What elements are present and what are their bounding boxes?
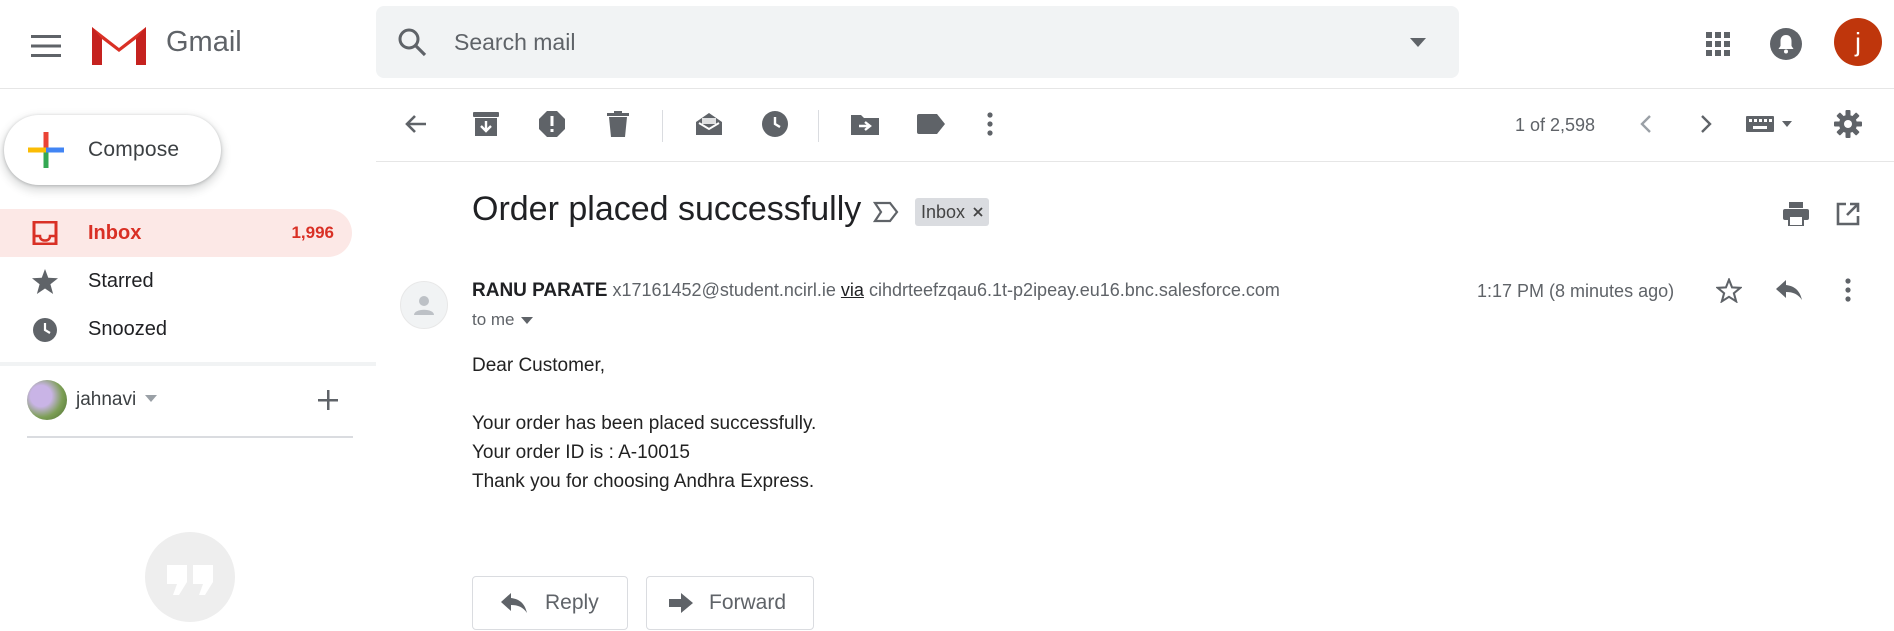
delete-icon[interactable]	[600, 106, 636, 142]
account-avatar[interactable]: j	[1834, 18, 1882, 66]
importance-marker-icon[interactable]	[873, 201, 899, 223]
label-icon[interactable]	[913, 106, 949, 142]
body-greeting: Dear Customer,	[472, 355, 606, 376]
via-domain: cihdrteefzqau6.1t-p2ipeay.eu16.bnc.sales…	[868, 280, 1280, 300]
apps-grid-icon[interactable]	[1696, 22, 1740, 66]
reply-label: Reply	[545, 591, 599, 614]
hangouts-divider	[27, 436, 353, 438]
archive-icon[interactable]	[468, 106, 504, 142]
hangouts-quote-icon	[145, 532, 235, 622]
body-line: Your order has been placed successfully.	[472, 413, 817, 434]
message-more-vert-icon[interactable]	[1830, 272, 1866, 308]
compose-plus-icon	[28, 132, 64, 168]
label-chip-inbox[interactable]: Inbox	[915, 198, 990, 226]
reply-button[interactable]: Reply	[472, 576, 628, 630]
sidebar-divider	[0, 362, 376, 366]
mark-unread-icon[interactable]	[691, 106, 727, 142]
chevron-right-icon[interactable]	[1688, 106, 1724, 142]
reply-icon[interactable]	[1771, 272, 1807, 308]
sidebar-item-label: Starred	[88, 270, 154, 292]
compose-label: Compose	[88, 138, 180, 161]
app-name: Gmail	[166, 26, 242, 58]
move-to-icon[interactable]	[847, 106, 883, 142]
body-line: Your order ID is : A-10015	[472, 442, 690, 463]
gmail-logo-icon[interactable]	[89, 20, 149, 66]
hangouts-dropdown-icon[interactable]	[145, 395, 157, 402]
chevron-left-icon[interactable]	[1628, 106, 1664, 142]
main-menu-icon[interactable]	[22, 22, 70, 70]
sender-name[interactable]: RANU PARATE	[472, 280, 607, 301]
inbox-icon	[32, 221, 58, 245]
toolbar-divider	[376, 161, 1894, 162]
report-spam-icon[interactable]	[534, 106, 570, 142]
sender-line: RANU PARATE x17161452@student.ncirl.ie v…	[472, 280, 1280, 302]
forward-button[interactable]: Forward	[646, 576, 814, 630]
star-icon	[32, 269, 58, 294]
top-bar: Gmail j	[0, 0, 1894, 89]
hangouts-user-name[interactable]: jahnavi	[76, 389, 136, 411]
remove-label-icon[interactable]	[973, 207, 983, 217]
recipient-label: to me	[472, 310, 515, 329]
clock-icon	[33, 318, 57, 342]
sidebar-item-snoozed[interactable]: Snoozed	[0, 305, 352, 353]
print-icon[interactable]	[1778, 196, 1814, 232]
recipient-dropdown-icon[interactable]	[520, 316, 533, 324]
sender-email[interactable]: x17161452@student.ncirl.ie	[612, 280, 835, 300]
email-subject: Order placed successfully	[472, 190, 862, 228]
notifications-bell-icon[interactable]	[1764, 22, 1808, 66]
search-bar[interactable]	[376, 6, 1459, 78]
new-conversation-plus-icon[interactable]	[318, 390, 338, 410]
star-outline-icon[interactable]	[1711, 272, 1747, 308]
sidebar-item-label: Inbox	[88, 222, 142, 244]
hangouts-user-avatar[interactable]	[27, 380, 67, 420]
sidebar-item-label: Snoozed	[88, 318, 167, 340]
toolbar-separator	[662, 110, 663, 142]
via-link[interactable]: via	[841, 280, 864, 300]
snooze-icon[interactable]	[757, 106, 793, 142]
body-spacer	[472, 380, 816, 409]
forward-label: Forward	[709, 591, 787, 614]
back-arrow-icon[interactable]	[398, 106, 434, 142]
body-line: Thank you for choosing Andhra Express.	[472, 471, 815, 492]
label-chip-text: Inbox	[921, 201, 966, 222]
sender-avatar[interactable]	[400, 281, 448, 329]
search-icon[interactable]	[394, 24, 430, 60]
reply-arrow-icon	[501, 593, 527, 613]
settings-gear-icon[interactable]	[1830, 106, 1866, 142]
open-new-window-icon[interactable]	[1830, 196, 1866, 232]
compose-button[interactable]: Compose	[4, 115, 221, 185]
message-timestamp: 1:17 PM (8 minutes ago)	[1477, 281, 1675, 301]
unread-count: 1,996	[291, 223, 334, 242]
keyboard-icon[interactable]	[1742, 106, 1798, 142]
forward-arrow-icon	[669, 593, 693, 613]
sidebar-item-starred[interactable]: Starred	[0, 257, 352, 305]
sidebar-item-inbox[interactable]: Inbox 1,996	[0, 209, 352, 257]
pagination-count: 1 of 2,598	[1515, 115, 1596, 135]
recipient-details[interactable]: to me	[472, 310, 533, 330]
email-body: Dear Customer, Your order has been place…	[472, 351, 816, 496]
search-options-dropdown-icon[interactable]	[1404, 30, 1432, 54]
more-vert-icon[interactable]	[972, 106, 1008, 142]
toolbar-separator	[818, 110, 819, 142]
search-input[interactable]	[454, 6, 1354, 78]
